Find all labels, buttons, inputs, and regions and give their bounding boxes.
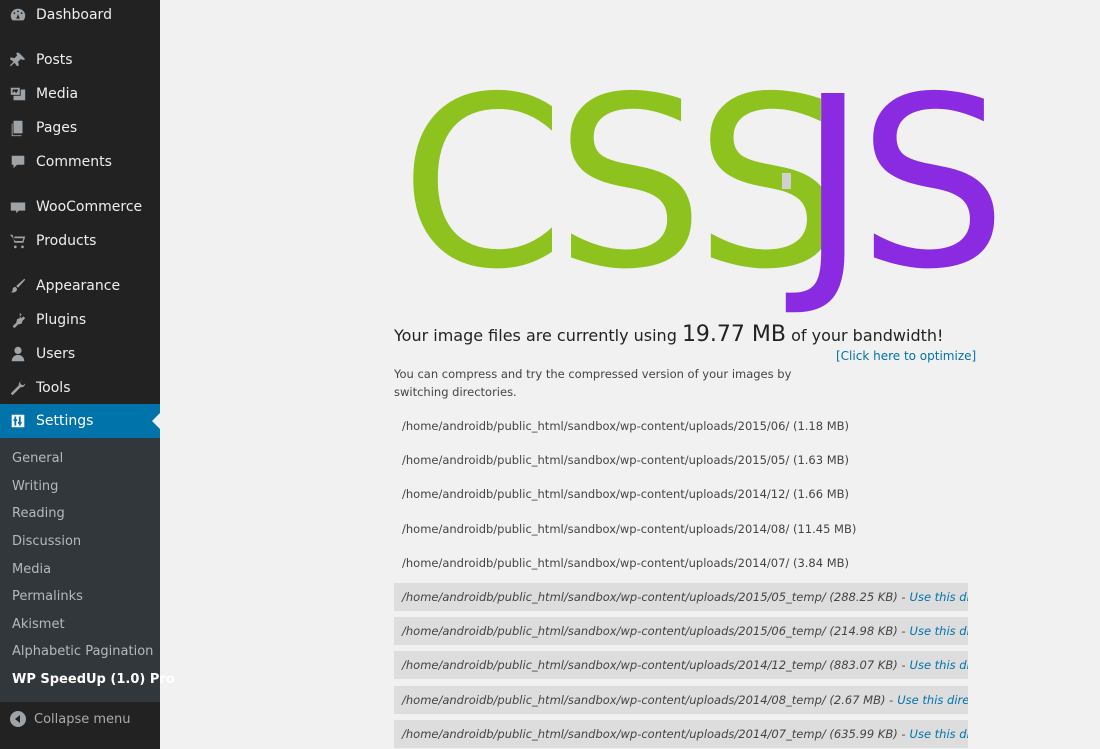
sidebar-item-label: WooCommerce: [36, 199, 143, 215]
dashboard-icon: [0, 6, 36, 24]
temp-directory-row: /home/androidb/public_html/sandbox/wp-co…: [394, 651, 968, 679]
description-text: You can compress and try the compressed …: [394, 367, 792, 399]
submenu-item-writing[interactable]: Writing: [12, 479, 58, 494]
temp-directory-path: /home/androidb/public_html/sandbox/wp-co…: [402, 624, 906, 638]
css-js-logo: CSS JS: [400, 66, 1007, 306]
temp-directory-path: /home/androidb/public_html/sandbox/wp-co…: [402, 590, 906, 604]
use-directory-link[interactable]: Use this directory: [910, 624, 968, 638]
directory-row: /home/androidb/public_html/sandbox/wp-co…: [402, 487, 850, 501]
logo-css-text: CSS: [400, 46, 844, 321]
logo-separator: [782, 173, 791, 189]
logo-js-text: JS: [798, 46, 1007, 321]
sidebar-item-tools[interactable]: Tools: [0, 371, 160, 405]
brush-icon: [0, 277, 36, 295]
use-directory-link[interactable]: Use this directory: [910, 658, 968, 672]
sidebar-item-settings[interactable]: Settings: [0, 404, 160, 438]
temp-directory-path: /home/androidb/public_html/sandbox/wp-co…: [402, 658, 906, 672]
use-directory-link[interactable]: Use this directory: [910, 590, 968, 604]
comment-icon: [0, 153, 36, 171]
submenu-item-alphabetic-pagination[interactable]: Alphabetic Pagination: [12, 644, 153, 659]
use-directory-link[interactable]: Use this directory: [910, 727, 968, 741]
sidebar-item-media[interactable]: Media: [0, 77, 160, 111]
settings-icon: [0, 412, 36, 430]
woocommerce-icon: [0, 198, 36, 216]
sidebar-item-woocommerce[interactable]: WooCommerce: [0, 190, 160, 224]
media-icon: [0, 85, 36, 103]
submenu-item-media[interactable]: Media: [12, 562, 51, 577]
sidebar-item-label: Comments: [36, 154, 112, 170]
bandwidth-headline: Your image files are currently using 19.…: [394, 322, 943, 347]
submenu-item-general[interactable]: General: [12, 451, 63, 466]
directory-row: /home/androidb/public_html/sandbox/wp-co…: [402, 522, 857, 536]
temp-directory-path: /home/androidb/public_html/sandbox/wp-co…: [402, 727, 906, 741]
temp-directory-row: /home/androidb/public_html/sandbox/wp-co…: [394, 686, 968, 714]
sidebar-item-label: Appearance: [36, 278, 121, 294]
sidebar-item-products[interactable]: Products: [0, 224, 160, 258]
sidebar-item-label: Products: [36, 233, 97, 249]
submenu-item-akismet[interactable]: Akismet: [12, 617, 65, 632]
sidebar-item-appearance[interactable]: Appearance: [0, 269, 160, 303]
bandwidth-size: 19.77 MB: [681, 322, 786, 347]
user-icon: [0, 345, 36, 363]
pages-icon: [0, 119, 36, 137]
settings-submenu: General Writing Reading Discussion Media…: [0, 438, 175, 702]
sidebar-item-posts[interactable]: Posts: [0, 43, 160, 77]
sidebar-item-dashboard[interactable]: Dashboard: [0, 0, 160, 32]
headline-prefix: Your image files are currently using: [394, 326, 682, 345]
sidebar-item-plugins[interactable]: Plugins: [0, 303, 160, 337]
collapse-menu-label: Collapse menu: [34, 711, 131, 727]
directory-row: /home/androidb/public_html/sandbox/wp-co…: [402, 556, 850, 570]
submenu-item-permalinks[interactable]: Permalinks: [12, 589, 83, 604]
sidebar-item-label: Media: [36, 86, 79, 102]
optimize-link[interactable]: [Click here to optimize]: [836, 349, 976, 363]
sidebar-item-label: Pages: [36, 120, 78, 136]
pin-icon: [0, 51, 36, 69]
submenu-item-wp-speedup[interactable]: WP SpeedUp (1.0) Pro: [12, 672, 175, 687]
submenu-item-reading[interactable]: Reading: [12, 506, 65, 521]
sidebar-item-label: Users: [36, 346, 76, 362]
temp-directory-row: /home/androidb/public_html/sandbox/wp-co…: [394, 617, 968, 645]
headline-suffix: of your bandwidth!: [786, 326, 944, 345]
collapse-menu-button[interactable]: Collapse menu: [0, 706, 160, 732]
directory-row: /home/androidb/public_html/sandbox/wp-co…: [402, 419, 850, 433]
directory-row: /home/androidb/public_html/sandbox/wp-co…: [402, 453, 850, 467]
sidebar-item-label: Plugins: [36, 312, 87, 328]
sidebar-item-label: Settings: [36, 413, 94, 429]
collapse-arrow-icon: [10, 711, 26, 727]
plug-icon: [0, 311, 36, 329]
submenu-item-discussion[interactable]: Discussion: [12, 534, 81, 549]
sidebar-item-label: Posts: [36, 52, 73, 68]
sidebar-item-users[interactable]: Users: [0, 337, 160, 371]
admin-sidebar: Dashboard Posts Media Pages Comments Woo…: [0, 0, 175, 749]
cart-icon: [0, 232, 36, 250]
sidebar-item-label: Dashboard: [36, 7, 112, 23]
sidebar-item-pages[interactable]: Pages: [0, 111, 160, 145]
temp-directory-path: /home/androidb/public_html/sandbox/wp-co…: [402, 693, 894, 707]
wrench-icon: [0, 379, 36, 397]
temp-directory-row: /home/androidb/public_html/sandbox/wp-co…: [394, 583, 968, 611]
use-directory-link[interactable]: Use this directory: [897, 693, 968, 707]
sidebar-item-label: Tools: [36, 380, 71, 396]
temp-directory-row: /home/androidb/public_html/sandbox/wp-co…: [394, 720, 968, 748]
sidebar-item-comments[interactable]: Comments: [0, 145, 160, 179]
